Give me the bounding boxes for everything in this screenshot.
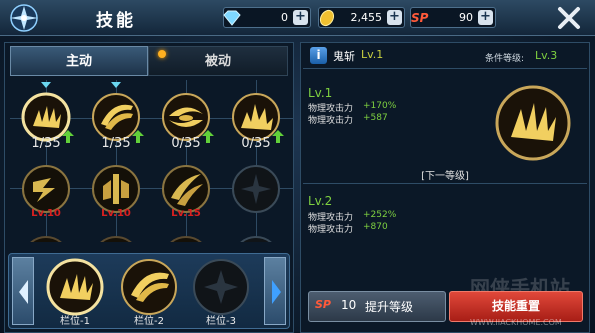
tab-active-skills[interactable]: 主动 (10, 46, 148, 76)
upgrade-cost: 10 (341, 298, 357, 312)
skill-requirement: Lv.15 (171, 208, 201, 219)
info-icon: i (310, 47, 327, 64)
skill-grid: 1/35 1/35 0/35 0/35 Lv.10 Lv.10 Lv.15 (10, 80, 294, 242)
skill-node-wave-slash[interactable] (161, 164, 211, 214)
blade-pillar-icon (92, 165, 140, 213)
skill-requirement: Lv.10 (101, 208, 131, 219)
slot-label: 栏位-3 (206, 316, 236, 327)
skill-slot-bar: 栏位-1 栏位-2 栏位-3 (8, 253, 290, 329)
skill-node-hidden (91, 235, 141, 242)
stat-label: 物理攻击力 (308, 116, 354, 126)
diamond-icon (223, 10, 241, 26)
sp-icon: SP (411, 11, 429, 25)
notification-dot (158, 50, 166, 58)
sp-icon: SP (315, 298, 331, 311)
stat-value: +170% (363, 101, 397, 111)
flame-claw-icon (495, 85, 571, 161)
upgrade-arrow-icon (62, 130, 74, 143)
next-level-head: Lv.2 (308, 194, 333, 208)
slot-label: 栏位-2 (134, 316, 164, 327)
upgrade-level-button[interactable]: SP 10 提升等级 (308, 291, 446, 322)
skill-node-hidden (21, 235, 71, 242)
slot-label: 栏位-1 (60, 316, 90, 327)
skill-node-blade-pillar[interactable] (91, 164, 141, 214)
skill-requirement: Lv.10 (31, 208, 61, 219)
skill-node-hidden (161, 235, 211, 242)
divider (303, 183, 587, 184)
top-bar: 技能 0 + 2,455 + SP 90 + (0, 0, 595, 36)
skill-current-level: Lv.1 (361, 48, 384, 61)
upgrade-arrow-icon (202, 130, 214, 143)
arrow-right-icon (272, 280, 281, 304)
skill-slot-1[interactable] (46, 258, 104, 316)
skill-slot-3[interactable] (192, 258, 250, 316)
add-diamond-button[interactable]: + (293, 10, 308, 25)
skill-name: 鬼斩 (333, 50, 355, 63)
stat-value: +252% (363, 210, 397, 220)
page-title: 技能 (96, 11, 136, 31)
arrow-left-icon (19, 280, 28, 304)
add-gold-button[interactable]: + (387, 10, 402, 25)
stat-value: +587 (363, 113, 388, 123)
next-level-title: [下一等级] (421, 171, 469, 182)
skill-slot-2[interactable] (120, 258, 178, 316)
skill-screen: { "header": { "title": "技能", "diamonds":… (0, 0, 595, 333)
stat-label: 物理攻击力 (308, 225, 354, 235)
upgrade-label: 提升等级 (365, 300, 414, 314)
gold-counter: 2,455 + (318, 7, 405, 28)
empty-vortex-icon (193, 259, 249, 315)
sp-counter: SP 90 + (410, 7, 496, 28)
selected-marker-icon (111, 82, 121, 88)
wave-slash-icon (162, 165, 210, 213)
upgrade-arrow-icon (132, 130, 144, 143)
requirement-level: Lv.3 (535, 49, 558, 62)
divider (303, 68, 587, 69)
gold-icon (319, 9, 335, 27)
watermark-url: WWW.IIACKHOME.COM (470, 318, 562, 327)
diamond-value: 0 (281, 11, 288, 24)
sp-value: 90 (459, 11, 473, 24)
slot-scroll-left-button[interactable] (12, 257, 34, 325)
gold-value: 2,455 (350, 11, 383, 24)
skill-node-locked[interactable] (231, 164, 281, 214)
skill-node-slash[interactable] (21, 164, 71, 214)
locked-vortex-icon (232, 165, 280, 213)
stat-value: +870 (363, 222, 388, 232)
flame-claw-icon (46, 258, 104, 316)
requirement-label: 条件等级: (485, 54, 525, 64)
tab-passive-skills[interactable]: 被动 (148, 46, 288, 76)
selected-marker-icon (41, 82, 51, 88)
swirl-logo-icon (10, 4, 38, 32)
skill-node-hidden (231, 235, 281, 242)
slash-icon (22, 165, 70, 213)
add-sp-button[interactable]: + (478, 10, 493, 25)
diamond-counter: 0 + (223, 7, 311, 28)
upgrade-arrow-icon (272, 130, 284, 143)
slot-scroll-right-button[interactable] (264, 257, 286, 325)
blade-fan-icon (121, 259, 177, 315)
current-level-head: Lv.1 (308, 86, 333, 100)
close-icon[interactable] (555, 5, 583, 31)
